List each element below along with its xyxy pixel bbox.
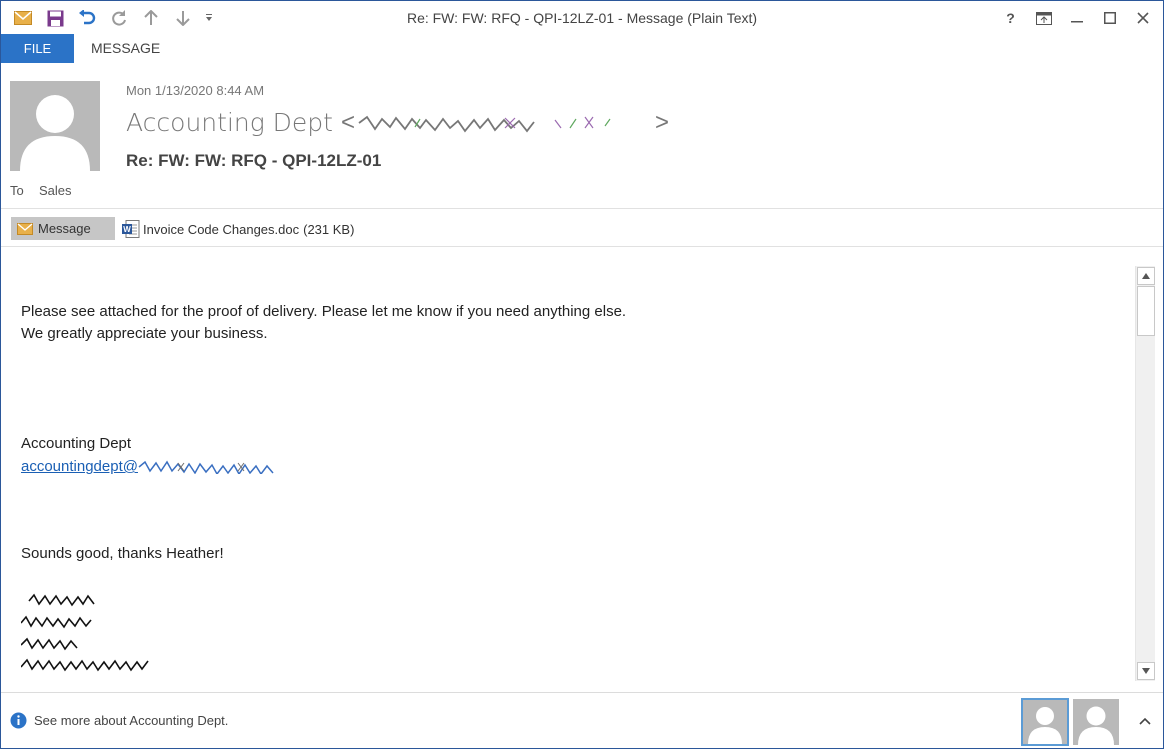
- scroll-up-button[interactable]: [1137, 267, 1155, 285]
- ribbon-tabs: FILE MESSAGE: [1, 34, 1163, 64]
- triangle-down-icon: [1142, 668, 1150, 674]
- close-icon: [1136, 12, 1149, 24]
- sender-name[interactable]: Accounting Dept: [126, 108, 333, 137]
- person-icon: [20, 95, 90, 171]
- help-icon: ?: [1006, 10, 1015, 26]
- sender-avatar[interactable]: [10, 81, 100, 171]
- envelope-icon: [17, 222, 33, 235]
- person-icon: [1028, 707, 1062, 744]
- svg-text:W: W: [123, 225, 131, 234]
- vertical-scrollbar[interactable]: [1135, 266, 1155, 681]
- sender-line: Accounting Dept < >: [126, 108, 669, 137]
- window-title: Re: FW: FW: RFQ - QPI-12LZ-01 - Message …: [406, 10, 758, 26]
- to-label: To: [10, 183, 24, 198]
- to-recipient[interactable]: Sales: [39, 183, 72, 198]
- minimize-button[interactable]: [1060, 4, 1093, 32]
- ribbon-display-button[interactable]: [1027, 4, 1060, 32]
- see-more-link[interactable]: See more about Accounting Dept.: [34, 713, 228, 728]
- email-bracket-close: >: [655, 108, 670, 136]
- message-subject: Re: FW: FW: RFQ - QPI-12LZ-01: [126, 151, 382, 170]
- word-document-icon: W: [122, 220, 140, 238]
- minimize-icon: [1070, 21, 1083, 23]
- person-icon: [1078, 706, 1114, 745]
- redaction-scribble: [20, 593, 149, 672]
- title-bar: Re: FW: FW: RFQ - QPI-12LZ-01 - Message …: [1, 1, 1163, 35]
- attachment-name: Invoice Code Changes.doc: [143, 221, 300, 237]
- scroll-down-button[interactable]: [1137, 662, 1155, 680]
- signature-email-link[interactable]: accountingdept@: [21, 458, 138, 475]
- triangle-up-icon: [1142, 273, 1150, 279]
- sent-date: Mon 1/13/2020 8:44 AM: [126, 83, 265, 98]
- info-icon: [10, 712, 27, 729]
- window-controls: ?: [994, 4, 1159, 32]
- tab-message[interactable]: MESSAGE: [91, 40, 160, 56]
- message-tab-label: Message: [38, 221, 91, 236]
- tab-file[interactable]: FILE: [1, 34, 74, 63]
- close-button[interactable]: [1126, 4, 1159, 32]
- redaction-scribble: [358, 115, 611, 132]
- ribbon-display-icon: [1035, 11, 1052, 25]
- attachment-bar: Message W Invoice Code Changes.doc (231 …: [1, 210, 1163, 247]
- message-window: Re: FW: FW: RFQ - QPI-12LZ-01 - Message …: [0, 0, 1164, 749]
- people-pane: See more about Accounting Dept.: [1, 692, 1163, 748]
- maximize-icon: [1103, 12, 1116, 24]
- redacted-signature-block: [20, 591, 181, 678]
- signature-name: Accounting Dept: [21, 435, 132, 452]
- help-button[interactable]: ?: [994, 4, 1027, 32]
- chevron-up-icon: [1139, 717, 1151, 725]
- sender-email-redacted: < >: [341, 109, 669, 137]
- body-line: We greatly appreciate your business.: [21, 325, 268, 342]
- people-pane-avatar-selected[interactable]: [1021, 698, 1069, 746]
- attachment-item[interactable]: W Invoice Code Changes.doc (231 KB): [121, 219, 354, 239]
- signature-email-line: accountingdept@: [21, 458, 290, 475]
- maximize-button[interactable]: [1093, 4, 1126, 32]
- email-bracket-open: <: [340, 108, 355, 136]
- message-header: Mon 1/13/2020 8:44 AM Accounting Dept < …: [1, 64, 1163, 209]
- body-line: Please see attached for the proof of del…: [21, 303, 627, 320]
- message-body[interactable]: Please see attached for the proof of del…: [1, 248, 1135, 691]
- reply-line: Sounds good, thanks Heather!: [21, 545, 224, 562]
- redaction-scribble: [138, 460, 274, 474]
- attachment-size: (231 KB): [303, 221, 355, 237]
- people-pane-avatar[interactable]: [1073, 699, 1119, 745]
- message-tab[interactable]: Message: [11, 217, 115, 240]
- scrollbar-thumb[interactable]: [1137, 286, 1155, 336]
- collapse-pane-button[interactable]: [1135, 711, 1155, 731]
